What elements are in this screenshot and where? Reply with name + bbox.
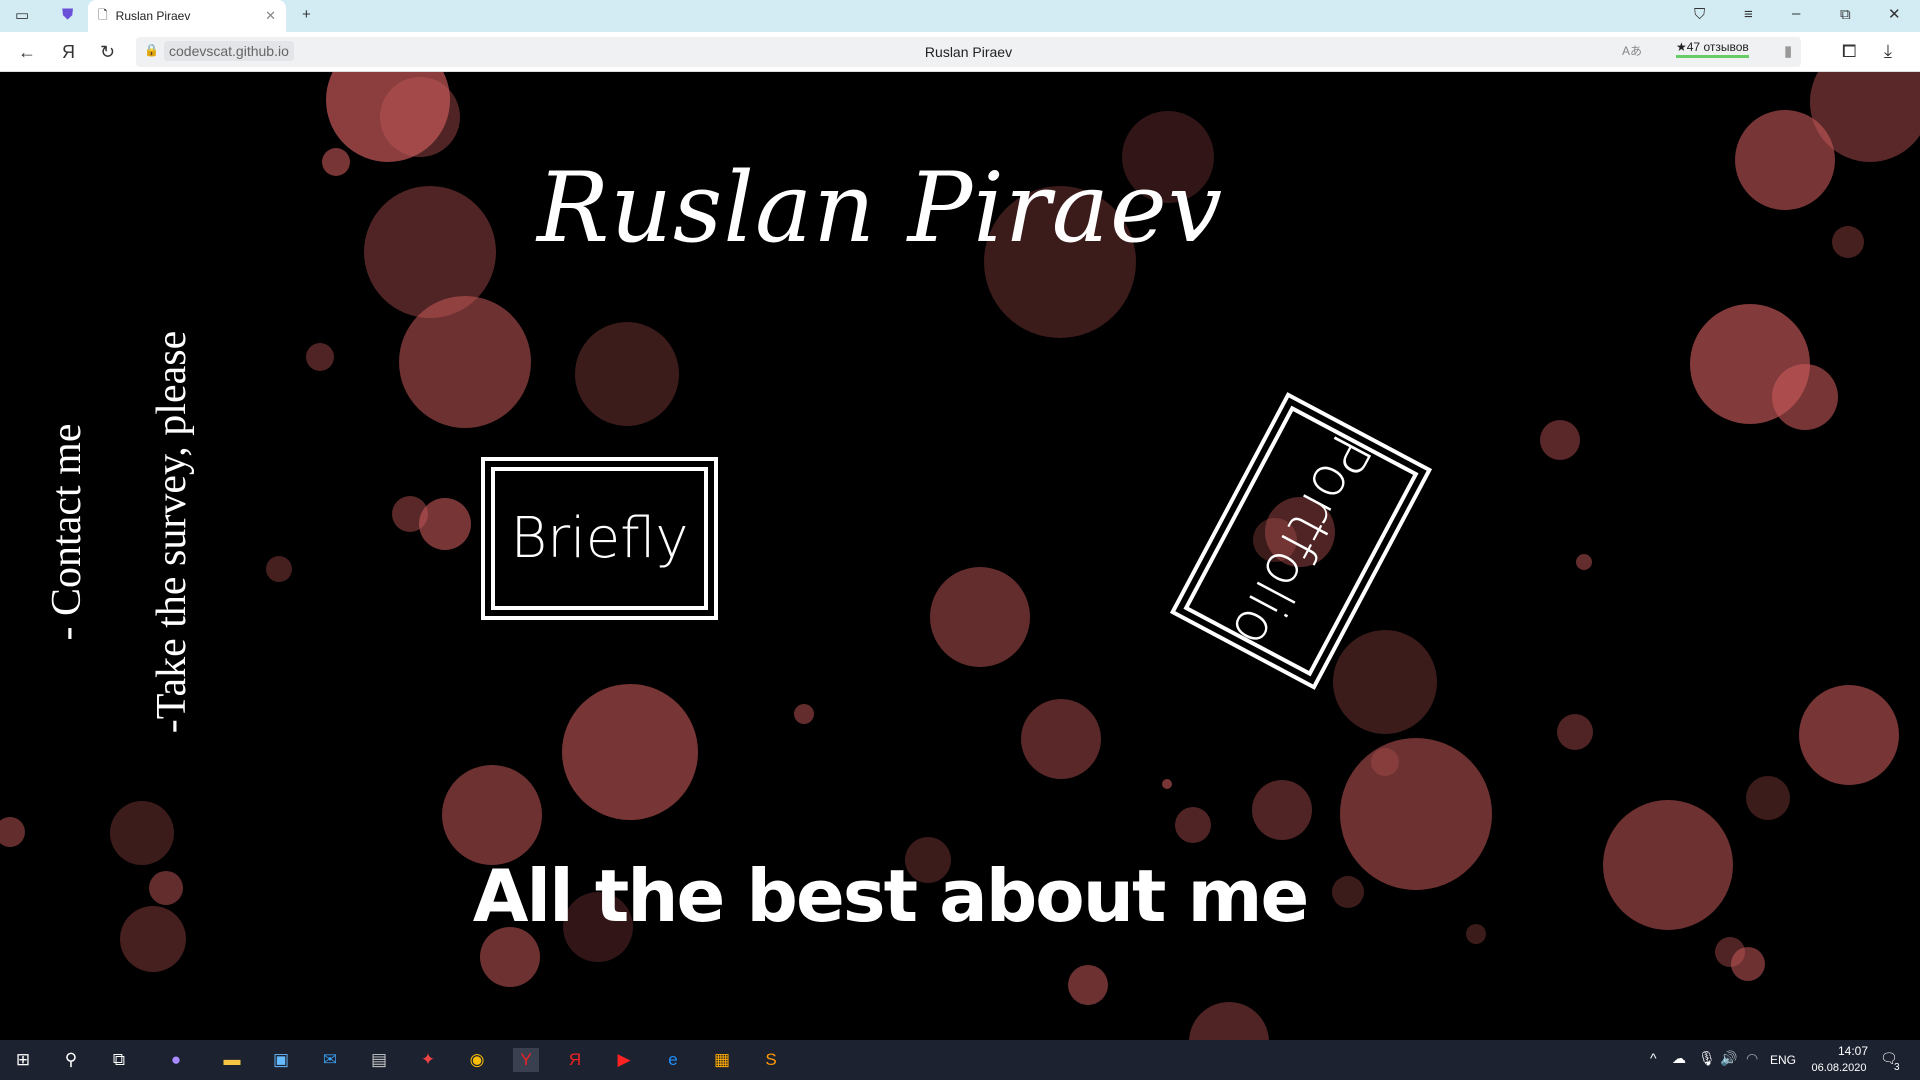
bubble [562,684,698,820]
clock-time[interactable]: 14:07 [1822,1044,1884,1058]
bubble [1068,965,1108,1005]
bubble [120,906,186,972]
new-tab-icon[interactable]: + [302,7,311,22]
bubble [575,322,679,426]
bubble [1162,779,1172,789]
address-bar: ← Я ↻ 🔒 codevscat.github.io Ruslan Pirae… [0,32,1920,72]
bubble [266,556,292,582]
start-icon[interactable]: ⊞ [10,1048,36,1072]
bubble [1371,748,1399,776]
bubble [1772,364,1838,430]
bookmarks-icon[interactable]: ⛉ [1694,7,1705,22]
language-indicator[interactable]: ENG [1770,1053,1796,1067]
tab-active[interactable]: 🗋 Ruslan Piraev ✕ [88,0,286,32]
edge-icon[interactable]: e [660,1048,686,1072]
notification-count: 3 [1894,1062,1900,1073]
task-view-icon[interactable]: ⧉ [106,1048,132,1072]
explorer-icon[interactable]: ▬ [219,1048,245,1072]
bubble [322,148,350,176]
survey-link[interactable]: -Take the survey, please [148,331,196,734]
sidebar-toggle-icon[interactable]: ▭ [15,8,29,23]
sublime-icon[interactable]: S [758,1048,784,1072]
tab-bar: ▭ ⛊ 🗋 Ruslan Piraev ✕ + ⛉ ≡ – ⧉ ✕ [0,0,1920,32]
alice-icon[interactable]: ● [163,1048,189,1072]
store-icon[interactable]: ▣ [268,1048,294,1072]
tab-title: Ruslan Piraev [115,9,191,23]
page-title-display: Ruslan Piraev [924,44,1013,60]
bubble [306,343,334,371]
clock-date[interactable]: 06.08.2020 [1808,1062,1870,1074]
tray-expand-icon[interactable]: ^ [1650,1050,1657,1066]
restore-icon[interactable]: ⧉ [1840,7,1851,22]
menu-icon[interactable]: ≡ [1744,7,1753,22]
bubble [1540,420,1580,460]
bubble [1576,554,1592,570]
app-icon[interactable]: ▤ [366,1048,392,1072]
youtube-icon[interactable]: ▶ [611,1048,637,1072]
bubble [1799,685,1899,785]
chrome-icon[interactable]: ◉ [464,1048,490,1072]
bubble [392,496,428,532]
bubble [399,296,531,428]
bubble [1832,226,1864,258]
bubble [1746,776,1790,820]
close-tab-icon[interactable]: ✕ [265,8,276,24]
volume-icon[interactable]: 🔊 [1720,1050,1737,1067]
bubble [1466,924,1486,944]
bubble [1252,780,1312,840]
download-icon[interactable]: ⤓ [1884,42,1892,60]
bubble [419,498,471,550]
bubble [149,871,183,905]
bubble [0,817,25,847]
extension-icon[interactable]: ⧠ [1842,42,1856,60]
bubble [1603,800,1733,930]
bubble [930,567,1030,667]
reload-icon[interactable]: ↻ [100,43,115,61]
cube-icon[interactable]: ▦ [709,1048,735,1072]
bubble [1189,1002,1269,1040]
search-icon[interactable]: ⚲ [58,1048,84,1072]
site-title: Ruslan Piraev [536,152,1224,264]
reviews-badge[interactable]: ★47 отзывов [1676,40,1749,58]
bubble [1557,714,1593,750]
bookmark-icon[interactable]: ▮ [1784,44,1792,59]
bubble [110,801,174,865]
bubble [1333,630,1437,734]
app2-icon[interactable]: ✦ [415,1048,441,1072]
yandex-icon[interactable]: Я [62,43,75,61]
briefly-label: Briefly [510,506,689,571]
bubble [442,765,542,865]
minimize-icon[interactable]: – [1792,6,1800,21]
mic-icon[interactable]: 🎙 [1698,1050,1716,1067]
bubble [1021,699,1101,779]
protect-shield-icon[interactable]: ⛊ [62,7,73,22]
contact-link[interactable]: - Contact me [43,424,91,641]
tagline: All the best about me [472,854,1310,938]
onedrive-icon[interactable]: ☁ [1672,1050,1686,1067]
page-content: Ruslan Piraev Briefly Portfolio - Contac… [0,72,1920,1040]
back-icon[interactable]: ← [18,43,36,61]
yandex-icon[interactable]: Я [562,1048,588,1072]
briefly-button[interactable]: Briefly [481,457,718,620]
bubble [1340,738,1492,890]
yandex-browser-icon[interactable]: Y [513,1048,539,1072]
wifi-icon[interactable]: ◠ [1746,1050,1758,1067]
bubble [1175,807,1211,843]
portfolio-label: Portfolio [1218,424,1384,658]
page-icon: 🗋 [98,7,108,22]
mail-icon[interactable]: ✉ [317,1048,343,1072]
bubble [1731,947,1765,981]
translate-icon[interactable]: Aあ [1622,45,1642,57]
taskbar: ⊞ ⚲ ⧉ ● ▬ ▣ ✉ ▤ ✦ ◉ Y Я ▶ e ▦ S ^ ☁ 🎙 🔊 … [0,1040,1920,1080]
close-window-icon[interactable]: ✕ [1888,7,1901,22]
bubble [794,704,814,724]
url-field[interactable]: 🔒 codevscat.github.io Ruslan Piraev Aあ ★… [136,37,1801,67]
bubble [380,77,460,157]
